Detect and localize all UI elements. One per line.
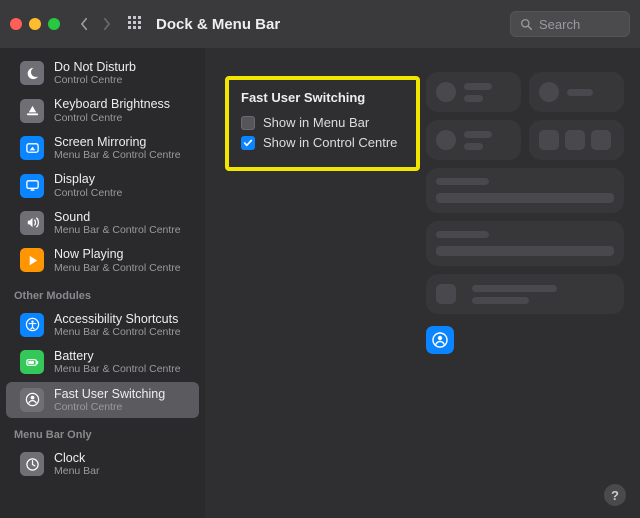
sidebar-item-subtitle: Menu Bar & Control Centre bbox=[54, 363, 181, 375]
sidebar-item-subtitle: Menu Bar & Control Centre bbox=[54, 326, 181, 338]
highlight-box: Fast User Switching Show in Menu Bar Sho… bbox=[225, 76, 420, 171]
sidebar-item-title: Fast User Switching bbox=[54, 387, 165, 401]
zoom-window-button[interactable] bbox=[48, 18, 60, 30]
sidebar-item-sound[interactable]: SoundMenu Bar & Control Centre bbox=[6, 205, 199, 241]
search-icon bbox=[520, 18, 533, 31]
play-icon bbox=[20, 248, 44, 272]
sidebar-item-title: Screen Mirroring bbox=[54, 135, 181, 149]
back-button[interactable] bbox=[74, 14, 94, 34]
battery-icon bbox=[20, 350, 44, 374]
show-in-control-centre-checkbox[interactable]: Show in Control Centre bbox=[241, 135, 404, 150]
sidebar-item-title: Clock bbox=[54, 451, 100, 465]
sidebar-item-subtitle: Menu Bar & Control Centre bbox=[54, 224, 181, 236]
titlebar: Dock & Menu Bar Search bbox=[0, 0, 640, 48]
mirror-icon bbox=[20, 136, 44, 160]
sidebar-item-title: Do Not Disturb bbox=[54, 60, 136, 74]
sidebar-item-accessibility-shortcuts[interactable]: Accessibility ShortcutsMenu Bar & Contro… bbox=[6, 307, 199, 343]
sidebar-item-subtitle: Menu Bar bbox=[54, 465, 100, 477]
sidebar-item-battery[interactable]: BatteryMenu Bar & Control Centre bbox=[6, 344, 199, 380]
sidebar-item-title: Now Playing bbox=[54, 247, 181, 261]
sidebar-item-title: Accessibility Shortcuts bbox=[54, 312, 181, 326]
fast-user-switching-preview-icon bbox=[426, 326, 454, 354]
kbd-icon bbox=[20, 99, 44, 123]
sidebar-item-display[interactable]: DisplayControl Centre bbox=[6, 167, 199, 203]
content-pane: Fast User Switching Show in Menu Bar Sho… bbox=[205, 48, 640, 518]
sidebar-item-screen-mirroring[interactable]: Screen MirroringMenu Bar & Control Centr… bbox=[6, 130, 199, 166]
sidebar-item-subtitle: Control Centre bbox=[54, 187, 122, 199]
clock-icon bbox=[20, 452, 44, 476]
sidebar-item-subtitle: Control Centre bbox=[54, 112, 170, 124]
sidebar-item-keyboard-brightness[interactable]: Keyboard BrightnessControl Centre bbox=[6, 92, 199, 128]
window-controls bbox=[10, 18, 60, 30]
sidebar-item-title: Keyboard Brightness bbox=[54, 97, 170, 111]
sidebar-item-title: Display bbox=[54, 172, 122, 186]
sidebar-item-subtitle: Control Centre bbox=[54, 74, 136, 86]
sidebar-item-title: Sound bbox=[54, 210, 181, 224]
checkbox-icon bbox=[241, 116, 255, 130]
minimize-window-button[interactable] bbox=[29, 18, 41, 30]
checkbox-icon bbox=[241, 136, 255, 150]
window-title: Dock & Menu Bar bbox=[156, 16, 280, 33]
access-icon bbox=[20, 313, 44, 337]
sidebar-item-do-not-disturb[interactable]: Do Not DisturbControl Centre bbox=[6, 55, 199, 91]
checkbox-label: Show in Menu Bar bbox=[263, 115, 369, 130]
sidebar-item-title: Battery bbox=[54, 349, 181, 363]
search-placeholder: Search bbox=[539, 17, 580, 32]
display-icon bbox=[20, 174, 44, 198]
sidebar-item-subtitle: Menu Bar & Control Centre bbox=[54, 149, 181, 161]
search-field[interactable]: Search bbox=[510, 11, 630, 37]
show-in-menu-bar-checkbox[interactable]: Show in Menu Bar bbox=[241, 115, 404, 130]
control-centre-preview bbox=[426, 72, 624, 354]
sidebar-item-fast-user-switching[interactable]: Fast User SwitchingControl Centre bbox=[6, 382, 199, 418]
sidebar-item-now-playing[interactable]: Now PlayingMenu Bar & Control Centre bbox=[6, 242, 199, 278]
show-all-button[interactable] bbox=[126, 14, 146, 34]
user-icon bbox=[20, 388, 44, 412]
sidebar-item-subtitle: Control Centre bbox=[54, 401, 165, 413]
sidebar: Do Not DisturbControl CentreKeyboard Bri… bbox=[0, 48, 205, 518]
sidebar-item-subtitle: Menu Bar & Control Centre bbox=[54, 262, 181, 274]
checkbox-label: Show in Control Centre bbox=[263, 135, 397, 150]
moon-icon bbox=[20, 61, 44, 85]
sidebar-item-clock[interactable]: ClockMenu Bar bbox=[6, 446, 199, 482]
close-window-button[interactable] bbox=[10, 18, 22, 30]
nav-arrows bbox=[74, 14, 116, 34]
sidebar-section-menubar-only: Menu Bar Only bbox=[0, 419, 205, 445]
forward-button[interactable] bbox=[96, 14, 116, 34]
sidebar-section-other-modules: Other Modules bbox=[0, 280, 205, 306]
section-title: Fast User Switching bbox=[241, 90, 404, 105]
help-button[interactable]: ? bbox=[604, 484, 626, 506]
sound-icon bbox=[20, 211, 44, 235]
